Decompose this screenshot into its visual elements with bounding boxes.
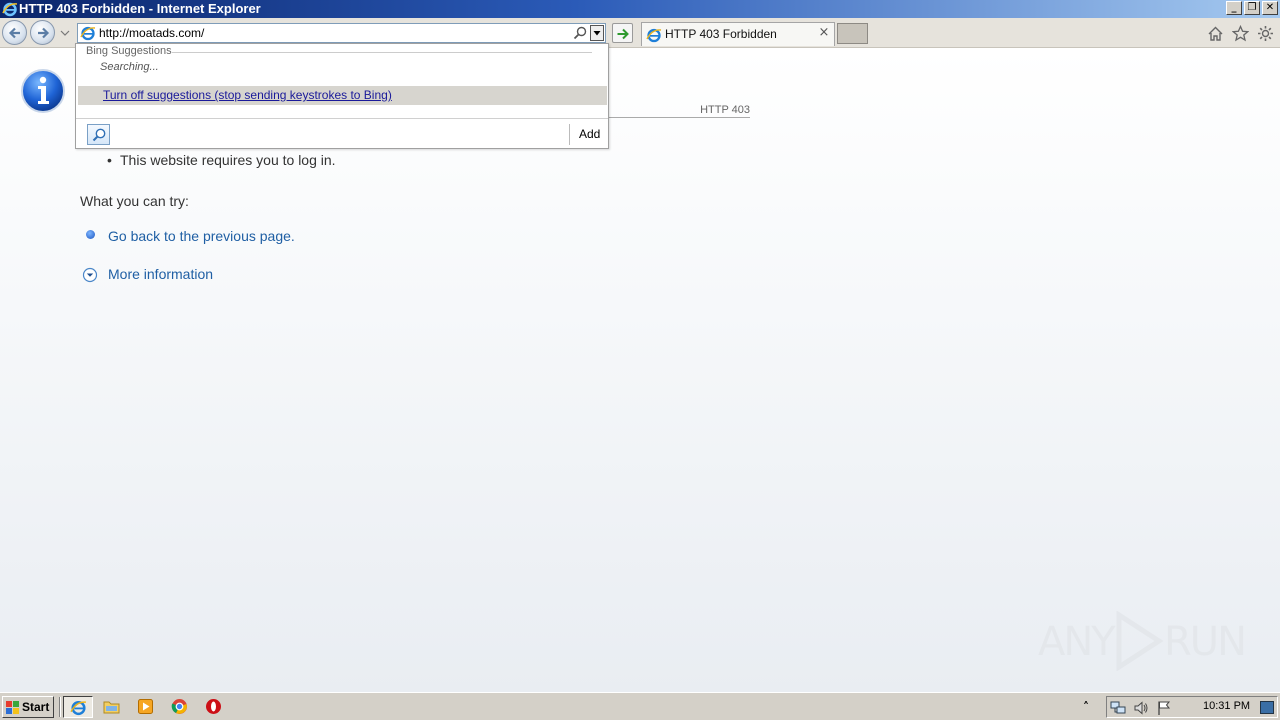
- what-you-can-try-label: What you can try:: [80, 193, 189, 209]
- start-label: Start: [22, 700, 50, 714]
- system-tray: ˄ 10:31 PM: [1083, 696, 1278, 718]
- chrome-icon: [171, 699, 187, 714]
- forward-button[interactable]: [30, 20, 55, 45]
- address-bar[interactable]: http://moatads.com/: [77, 23, 606, 43]
- ie-logo-icon: [2, 2, 18, 17]
- tray-expand-icon[interactable]: ˄: [1083, 700, 1089, 714]
- bullet-mark: •: [107, 152, 112, 168]
- suggestions-header-divider: [172, 52, 592, 53]
- media-player-icon: [138, 699, 153, 714]
- arrow-left-icon: [8, 27, 20, 39]
- go-arrow-icon: [617, 28, 629, 40]
- taskbar: Start ˄ 10:31 PM: [0, 692, 1280, 720]
- expand-circle-icon[interactable]: [82, 267, 98, 283]
- window-controls: _ ❐ ✕: [1226, 1, 1278, 15]
- add-separator: [569, 124, 570, 145]
- error-reason-text: This website requires you to log in.: [120, 152, 336, 168]
- close-tab-icon[interactable]: ×: [817, 26, 831, 40]
- new-tab-button[interactable]: [837, 23, 868, 44]
- play-triangle-icon: [1116, 611, 1164, 671]
- taskbar-chrome[interactable]: [165, 696, 195, 718]
- searching-status: Searching...: [100, 61, 159, 73]
- command-icons: [1207, 25, 1274, 42]
- internet-explorer-icon: [70, 700, 87, 716]
- start-button[interactable]: Start: [2, 696, 54, 718]
- chevron-down-icon: [593, 31, 601, 36]
- bing-suggestions-header: Bing Suggestions: [86, 45, 172, 57]
- header-divider: [600, 117, 750, 118]
- address-dropdown-button[interactable]: [590, 25, 604, 41]
- home-icon[interactable]: [1207, 25, 1224, 42]
- watermark-run-text: RUN: [1164, 619, 1247, 665]
- folder-icon: [103, 701, 120, 714]
- turn-off-suggestions-item[interactable]: Turn off suggestions (stop sending keyst…: [78, 86, 607, 105]
- restore-button[interactable]: ❐: [1244, 1, 1260, 15]
- taskbar-opera[interactable]: [199, 696, 229, 718]
- network-icon[interactable]: [1110, 700, 1126, 716]
- taskbar-internet-explorer[interactable]: [63, 696, 93, 718]
- tab-http-403-forbidden[interactable]: HTTP 403 Forbidden ×: [641, 22, 835, 46]
- clock[interactable]: 10:31 PM: [1203, 700, 1250, 712]
- address-suggestions-dropdown: Bing Suggestions Searching... Turn off s…: [75, 43, 609, 149]
- go-button[interactable]: [612, 23, 633, 43]
- watermark-any-text: ANY: [1038, 619, 1116, 665]
- action-center-flag-icon[interactable]: [1156, 700, 1172, 716]
- search-provider-button[interactable]: [87, 124, 110, 145]
- ie-tab-icon: [646, 28, 662, 43]
- tab-title: HTTP 403 Forbidden: [665, 27, 777, 41]
- taskbar-separator: [59, 697, 61, 717]
- http-error-code: HTTP 403: [700, 104, 750, 116]
- anyrun-watermark: ANY RUN: [1038, 609, 1247, 673]
- show-desktop-button[interactable]: [1260, 701, 1274, 714]
- magnifier-icon: [92, 128, 106, 142]
- taskbar-media-player[interactable]: [131, 696, 161, 718]
- ie-page-icon: [80, 26, 96, 41]
- more-information-link[interactable]: More information: [108, 266, 213, 282]
- suggestions-footer-divider: [76, 118, 608, 119]
- address-url[interactable]: http://moatads.com/: [99, 26, 204, 41]
- volume-icon[interactable]: [1133, 700, 1149, 716]
- arrow-right-icon: [38, 27, 50, 39]
- history-dropdown-icon[interactable]: [60, 28, 70, 38]
- title-bar: HTTP 403 Forbidden - Internet Explorer _…: [0, 0, 1280, 18]
- go-back-link[interactable]: Go back to the previous page.: [108, 228, 295, 244]
- windows-logo-icon: [6, 701, 19, 714]
- favorites-star-icon[interactable]: [1232, 25, 1249, 42]
- back-button[interactable]: [2, 20, 27, 45]
- turn-off-suggestions-link[interactable]: Turn off suggestions (stop sending keyst…: [103, 88, 392, 102]
- taskbar-file-explorer[interactable]: [97, 696, 127, 718]
- minimize-button[interactable]: _: [1226, 1, 1242, 15]
- bullet-orb-icon: [86, 230, 95, 239]
- add-provider-button[interactable]: Add: [579, 127, 600, 141]
- info-icon: [21, 69, 65, 113]
- close-button[interactable]: ✕: [1262, 1, 1278, 15]
- opera-icon: [206, 699, 221, 714]
- gear-icon[interactable]: [1257, 25, 1274, 42]
- error-reason: • This website requires you to log in.: [107, 152, 336, 168]
- search-icon[interactable]: [572, 25, 588, 41]
- window-title: HTTP 403 Forbidden - Internet Explorer: [19, 1, 261, 16]
